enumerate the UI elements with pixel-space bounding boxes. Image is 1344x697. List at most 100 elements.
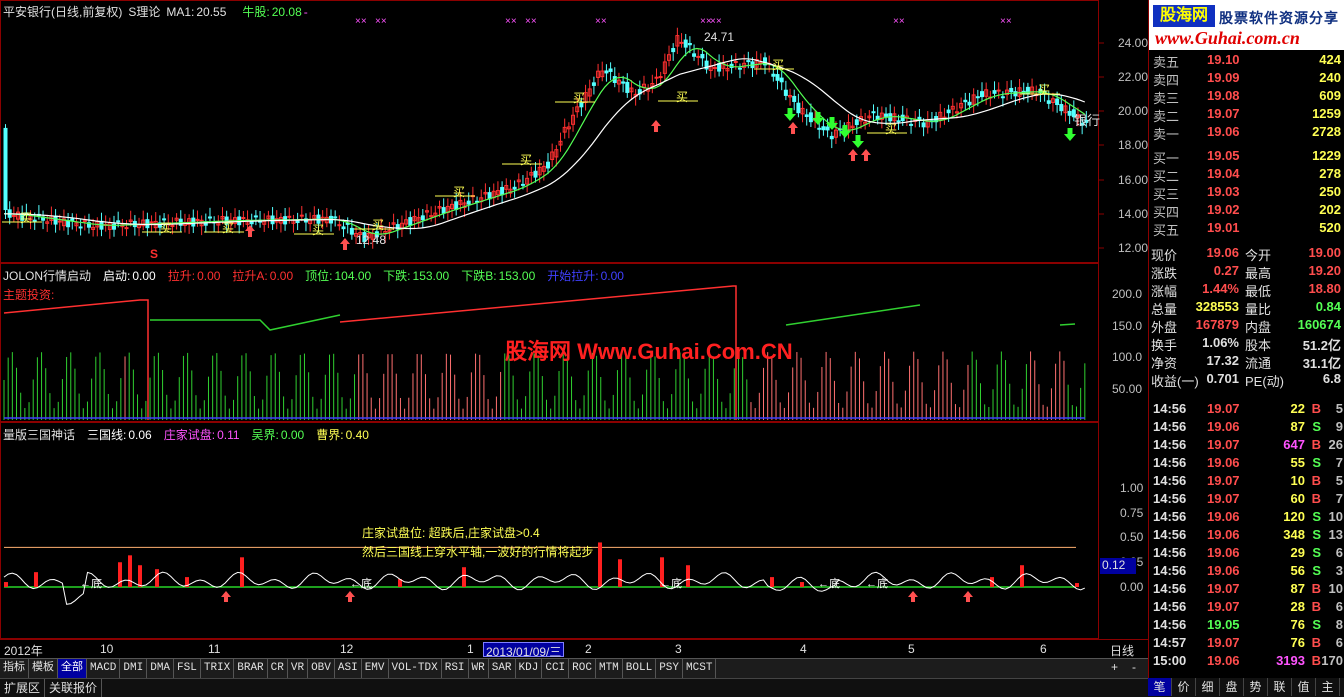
tick-volume: 10 [1290, 473, 1305, 488]
tab-rsi[interactable]: RSI [442, 659, 469, 678]
order-book-row: 买五 19.01 520 [1149, 220, 1344, 238]
banner[interactable]: 股海网 股票软件资源分享 www.Guhai.com.cn [1149, 0, 1344, 50]
tab-emv[interactable]: EMV [362, 659, 389, 678]
stats-label: 流通 [1245, 356, 1272, 371]
tab-roc[interactable]: ROC [569, 659, 596, 678]
tab-psy[interactable]: PSY [656, 659, 684, 678]
quote-tab[interactable]: 细 [1196, 678, 1220, 696]
tab-dma[interactable]: DMA [147, 659, 175, 678]
tab-obv[interactable]: OBV [308, 659, 335, 678]
tab-fsl[interactable]: FSL [174, 659, 201, 678]
stats-label: 外盘 [1151, 320, 1178, 335]
tick-side: B [1311, 599, 1321, 614]
candle-body [671, 48, 676, 53]
ind2_title-item-label: 吴界: [251, 428, 279, 442]
buy-label: 买 [676, 90, 688, 104]
candle-body [533, 170, 538, 178]
tab-asi[interactable]: ASI [335, 659, 362, 678]
stats-value: 0.84 [1315, 299, 1341, 314]
up-arrow [651, 120, 661, 132]
tab-brar[interactable]: BRAR [234, 659, 268, 678]
note-line-1: 庄家试盘位: 超跌后,庄家试盘>0.4 [362, 526, 540, 540]
tab-指标[interactable]: 指标 [0, 659, 29, 678]
ind1_title-item-label: 开始拉升: [547, 269, 599, 283]
ind1-axis-label: 100.0 [1112, 350, 1143, 364]
tab-vol-tdx[interactable]: VOL-TDX [389, 659, 442, 678]
buy-label: 买 [372, 218, 384, 232]
quote-tab[interactable]: 势 [1244, 678, 1268, 696]
buy-label: 买 [312, 223, 324, 237]
bottom-label: ←底 [866, 576, 888, 590]
tab-remove-button[interactable]: - [1132, 660, 1136, 674]
stats-value: 1.44% [1202, 281, 1239, 296]
tick-price: 19.06 [1207, 545, 1240, 560]
tab-trix[interactable]: TRIX [201, 659, 235, 678]
order-book-label: 买三 [1153, 187, 1180, 202]
order-book-price: 19.08 [1207, 88, 1240, 103]
tab-sar[interactable]: SAR [489, 659, 516, 678]
note-line-2: 然后三国线上穿水平轴,一波好的行情将起步 [362, 545, 594, 559]
tick-side: B [1311, 581, 1321, 596]
ind1-green-line [150, 304, 1076, 331]
ind1-name: JOLON行情启动 [3, 269, 92, 283]
stats-value: 167879 [1195, 317, 1239, 332]
tick-time: 14:56 [1153, 527, 1187, 542]
candle-body [687, 42, 692, 46]
ind1-items: 启动: 0.00 拉升: 0.00 拉升A: 0.00 顶位: 104.00 下跌: 153.00… [97, 269, 630, 283]
date-axis-label: 3 [675, 642, 682, 656]
candle-body [253, 215, 258, 218]
tab-dmi[interactable]: DMI [120, 659, 148, 678]
candle-body [207, 216, 212, 219]
date-axis-label: 12 [340, 642, 354, 656]
stats-value: 51.2亿 [1302, 338, 1341, 353]
stats-row: 涨幅 1.44% 最低 18.80 [1149, 281, 1344, 299]
ind2-bar [462, 567, 466, 587]
candle-body [792, 95, 797, 102]
tab-related-quotes[interactable]: 关联报价 [45, 679, 103, 697]
chart-area[interactable]: ×× ×× ×× ×× ×× ×× ×× ×× ×× 买买买买买买买买买买买买 ←底 ←底 ←底 ←底 ←底… [0, 0, 1148, 659]
tab-wr[interactable]: WR [469, 659, 489, 678]
tab-vr[interactable]: VR [288, 659, 309, 678]
theme-label: 主题投资: [3, 288, 55, 302]
tab-全部[interactable]: 全部 [58, 659, 87, 678]
tab-macd[interactable]: MACD [87, 659, 121, 678]
buy-label: 买 [520, 153, 532, 167]
tab-kdj[interactable]: KDJ [516, 659, 543, 678]
tab-mcst[interactable]: MCST [683, 659, 717, 678]
quote-tab[interactable]: 盘 [1220, 678, 1244, 696]
top-marker: ×× [595, 16, 607, 27]
tick-time: 14:57 [1153, 635, 1187, 650]
tick-price: 19.06 [1207, 509, 1240, 524]
tab-extension-area[interactable]: 扩展区 [0, 679, 46, 697]
ind1-axis-label: 50.00 [1112, 382, 1143, 396]
period-label[interactable]: 日线 [1110, 642, 1134, 659]
stats-label: 股本 [1245, 338, 1272, 353]
tick-volume: 55 [1290, 455, 1305, 470]
quote-tab[interactable]: 笔 [1148, 678, 1172, 696]
candle-body [546, 161, 550, 169]
tab-cr[interactable]: CR [268, 659, 288, 678]
tick-time: 14:56 [1153, 473, 1187, 488]
tick-count: 6 [1335, 599, 1343, 614]
order-book-row: 买三 19.03 250 [1149, 184, 1344, 202]
tab-cci[interactable]: CCI [542, 659, 570, 678]
candle-body [66, 220, 71, 228]
tab-mtm[interactable]: MTM [596, 659, 623, 678]
quote-tab[interactable]: 联 [1268, 678, 1292, 696]
tab-boll[interactable]: BOLL [623, 659, 657, 678]
order-book-row: 卖四 19.09 240 [1149, 70, 1344, 88]
quote-tab[interactable]: 值 [1292, 678, 1316, 696]
tick-price: 19.07 [1207, 491, 1240, 506]
tab-模板[interactable]: 模板 [29, 659, 58, 678]
candle-body [829, 135, 834, 140]
candle-body [82, 220, 87, 223]
quote-tab[interactable]: 价 [1172, 678, 1196, 696]
ind1-axis-label: 200.0 [1112, 287, 1143, 301]
stats-value: 0.27 [1213, 263, 1239, 278]
ind1_title-item-value: 0.00 [600, 269, 624, 283]
candle-body [884, 113, 889, 117]
quote-tab[interactable]: 主 [1316, 678, 1340, 696]
tab-add-button[interactable]: + [1111, 660, 1118, 674]
stats-row: 涨跌 0.27 最高 19.20 [1149, 263, 1344, 281]
tick-count: 5 [1335, 401, 1343, 416]
